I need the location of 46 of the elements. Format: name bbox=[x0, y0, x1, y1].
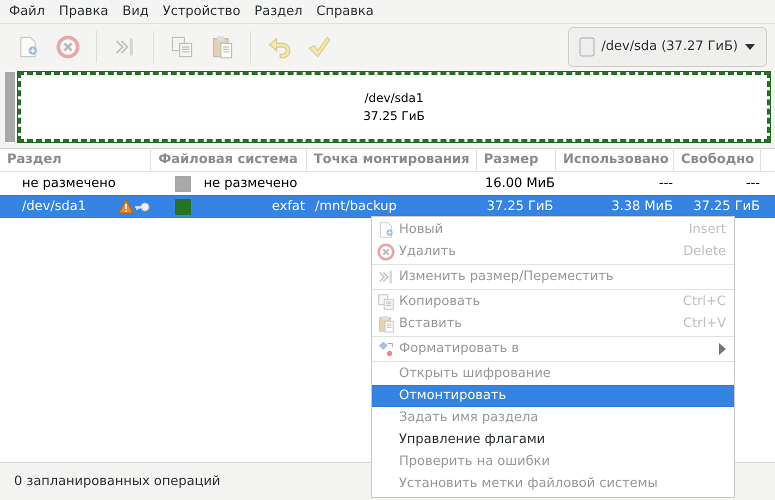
menu-item[interactable]: Устройство bbox=[156, 2, 248, 22]
menu-item[interactable]: Вид bbox=[115, 2, 156, 22]
table-cell-text: /mnt/backup bbox=[314, 198, 398, 214]
checkmark-icon bbox=[307, 35, 331, 59]
clipboard-icon bbox=[377, 315, 395, 333]
unallocated-space-bar[interactable] bbox=[5, 72, 15, 142]
partition-name: не размечено bbox=[22, 174, 116, 193]
partition-name: /dev/sda1 bbox=[364, 90, 424, 107]
column-header[interactable]: Раздел bbox=[0, 149, 152, 171]
table-cell-text: 37.25 ГиБ bbox=[692, 198, 761, 216]
caret-icon bbox=[744, 43, 756, 51]
delete-icon bbox=[56, 35, 80, 59]
submenu-arrow-icon bbox=[719, 343, 726, 355]
status-text: 0 запланированных операций bbox=[14, 472, 220, 491]
format-icon bbox=[377, 340, 395, 358]
resize-icon bbox=[377, 268, 395, 286]
menu-item[interactable]: Раздел bbox=[247, 2, 310, 22]
table-row[interactable]: /dev/sda1 exfat /mnt/backup 37.25 ГиБ 3.38 МиБ 37.25 ГиБ bbox=[0, 195, 775, 218]
table-cell-text: --- bbox=[744, 174, 761, 193]
column-header[interactable]: Точка монтирования bbox=[306, 149, 477, 171]
column-header[interactable]: Размер bbox=[476, 149, 556, 171]
menu-item[interactable]: Файл bbox=[2, 2, 52, 22]
table-cell-text: --- bbox=[658, 174, 674, 193]
device-dropdown[interactable]: /dev/sda (37.27 ГиБ) bbox=[568, 27, 767, 67]
table-row[interactable]: не размечено не размечено 16.00 МиБ --- --- bbox=[0, 172, 775, 195]
clipboard-icon bbox=[210, 35, 234, 59]
partition-size: 37.25 ГиБ bbox=[363, 108, 425, 125]
column-header[interactable]: Использовано bbox=[556, 149, 674, 171]
delete-icon bbox=[377, 243, 395, 261]
column-header[interactable]: Свободно bbox=[674, 149, 762, 171]
undo-arrow-icon bbox=[267, 35, 291, 59]
menu-item[interactable]: Отмонтировать bbox=[372, 385, 734, 407]
table-cell-text: exfat bbox=[270, 198, 306, 216]
partition-name: /dev/sda1 bbox=[22, 198, 86, 216]
column-header[interactable]: Файловая система bbox=[151, 149, 307, 171]
copy-icon bbox=[377, 293, 395, 311]
copy-icon bbox=[170, 35, 194, 59]
menu-item[interactable]: Управление флагами bbox=[372, 429, 734, 451]
partition-block[interactable]: /dev/sda1 37.25 ГиБ bbox=[18, 72, 770, 142]
table-cell-text: не размечено bbox=[202, 174, 298, 193]
menu-item[interactable]: Правка bbox=[52, 2, 116, 22]
table-cell-text: 16.00 МиБ bbox=[484, 174, 556, 193]
table-cell-text: 37.25 ГиБ bbox=[486, 198, 554, 216]
table-cell-text: 3.38 МиБ bbox=[610, 198, 674, 216]
new-document-icon bbox=[377, 221, 395, 239]
menu-item[interactable]: Справка bbox=[309, 2, 381, 22]
